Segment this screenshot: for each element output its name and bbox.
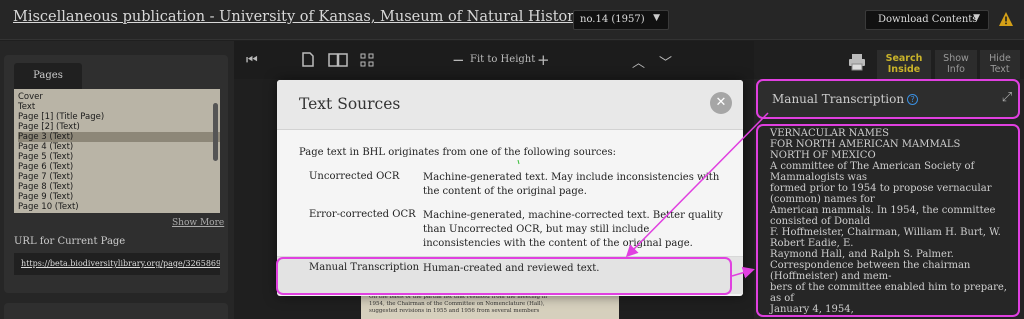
pages-list[interactable]: Cover Text Page [1] (Title Page) Page [2] (…: [14, 89, 220, 213]
chevron-down-icon[interactable]: ﹀: [659, 52, 672, 71]
pages-panel: Pages Cover Text Page [1] (Title Page) Page…: [4, 55, 228, 293]
help-icon[interactable]: ?: [907, 94, 919, 105]
page-list-item[interactable]: Page 3 (Text): [18, 132, 220, 142]
warning-icon[interactable]: [998, 11, 1014, 27]
text-source-label: Manual Transcription: [772, 92, 905, 106]
hide-text-button[interactable]: Hide Text: [980, 50, 1020, 80]
pages-list-scrollbar[interactable]: [213, 103, 218, 161]
transcription-line: NORTH OF MEXICO: [770, 150, 876, 161]
page-list-item[interactable]: Page 4 (Text): [18, 142, 220, 152]
zoom-in-icon[interactable]: +: [537, 51, 550, 69]
transcription-line: A committee of The American Society of: [770, 161, 975, 172]
transcription-text: VERNACULAR NAMES FOR NORTH AMERICAN MAMMA…: [756, 124, 1020, 317]
current-page-url[interactable]: https://beta.biodiversitylibrary.org/pag…: [14, 253, 220, 275]
transcription-line: F. Hoffmeister, Chairman, William H. Bur…: [770, 227, 1001, 238]
grid-view-icon[interactable]: [360, 53, 374, 67]
source-description: Machine-generated text. May include inco…: [423, 172, 720, 197]
fit-to-height-label[interactable]: Fit to Height: [470, 54, 535, 65]
source-name: Error-corrected OCR: [309, 209, 416, 220]
chevron-down-icon: ▼: [973, 13, 980, 23]
transcription-line: consisted of Donald: [770, 216, 870, 227]
download-contents-label: Download Contents: [878, 14, 978, 25]
modal-intro: Page text in BHL originates from one of …: [299, 147, 616, 158]
transcription-line: January 4, 1954,: [770, 304, 854, 315]
page-list-item[interactable]: Page 9 (Text): [18, 192, 220, 202]
search-inside-button[interactable]: Search Inside: [877, 50, 931, 80]
text-source-title: Manual Transcription?: [772, 92, 919, 106]
download-contents-button[interactable]: Download Contents ▼: [865, 10, 989, 30]
tab-pages[interactable]: Pages: [14, 63, 82, 89]
transcription-line: VERNACULAR NAMES: [770, 128, 890, 139]
print-icon[interactable]: [847, 52, 867, 72]
page-list-item[interactable]: Page 10 (Text): [18, 202, 220, 212]
single-page-icon[interactable]: [302, 52, 314, 67]
transcription-line: (Hoffmeister) and mem-: [770, 271, 892, 282]
page-list-item[interactable]: Page [2] (Text): [18, 122, 220, 132]
volume-select-value: no.14 (1957): [580, 14, 645, 25]
page-list-item[interactable]: Page 5 (Text): [18, 152, 220, 162]
publication-title-link[interactable]: Miscellaneous publication - University o…: [13, 9, 582, 25]
page-list-item[interactable]: Text: [18, 102, 220, 112]
transcription-line: (common) names for: [770, 194, 875, 205]
transcription-line: FOR NORTH AMERICAN MAMMALS: [770, 139, 961, 150]
zoom-out-icon[interactable]: −: [452, 51, 465, 69]
text-source-header: Manual Transcription? ⤢: [756, 79, 1020, 119]
volume-select[interactable]: no.14 (1957) ▼: [573, 10, 669, 30]
page-list-item[interactable]: Page 8 (Text): [18, 182, 220, 192]
first-page-icon[interactable]: ⏮: [246, 53, 258, 68]
manual-transcription-highlight: [276, 257, 732, 295]
transcription-line: Robert Eadie, E.: [770, 238, 854, 249]
two-page-icon[interactable]: [328, 53, 348, 67]
page-list-item[interactable]: Cover: [18, 92, 220, 102]
transcription-line: American mammals. In 1954, the committee: [770, 205, 996, 216]
chevron-up-icon[interactable]: ︿: [632, 52, 645, 71]
page-list-item[interactable]: Page [1] (Title Page): [18, 112, 220, 122]
transcription-line: Mammalogists was: [770, 172, 868, 183]
transcription-line: Raymond Hall, and Ralph S. Palmer.: [770, 249, 954, 260]
chevron-down-icon: ▼: [653, 13, 660, 23]
close-icon[interactable]: ✕: [710, 92, 732, 114]
viewer-toolbar: ⏮ − Fit to Height + ︿ ﹀: [234, 41, 754, 79]
modal-header: Text Sources ✕: [277, 80, 743, 130]
modal-title: Text Sources: [299, 95, 401, 113]
transcription-line: Correspondence between the chairman: [770, 260, 971, 271]
text-panel: Manual Transcription? ⤢ VERNACULAR NAMES…: [754, 79, 1024, 319]
page-text-line: 1954, the Chairman of the Committee on N…: [369, 301, 545, 307]
left-bottom-panel: [4, 303, 228, 319]
top-bar: Miscellaneous publication - University o…: [0, 0, 1024, 40]
transcription-line: formed prior to 1954 to propose vernacul…: [770, 183, 992, 194]
left-sidebar: Pages Cover Text Page [1] (Title Page) Page…: [0, 41, 234, 319]
show-info-button[interactable]: Show Info: [935, 50, 977, 80]
expand-icon[interactable]: ⤢: [996, 87, 1018, 109]
source-name: Uncorrected OCR: [309, 171, 400, 182]
page-list-item[interactable]: Page 6 (Text): [18, 162, 220, 172]
page-list-item[interactable]: Page 7 (Text): [18, 172, 220, 182]
transcription-line: bers of the committee enabled him to pre…: [770, 282, 1007, 304]
page-text-line: suggested revisions in 1955 and 1956 fro…: [369, 308, 540, 314]
url-label: URL for Current Page: [14, 236, 126, 247]
show-more-link[interactable]: Show More: [172, 218, 224, 228]
source-description: Machine-generated, machine-corrected tex…: [423, 210, 723, 249]
